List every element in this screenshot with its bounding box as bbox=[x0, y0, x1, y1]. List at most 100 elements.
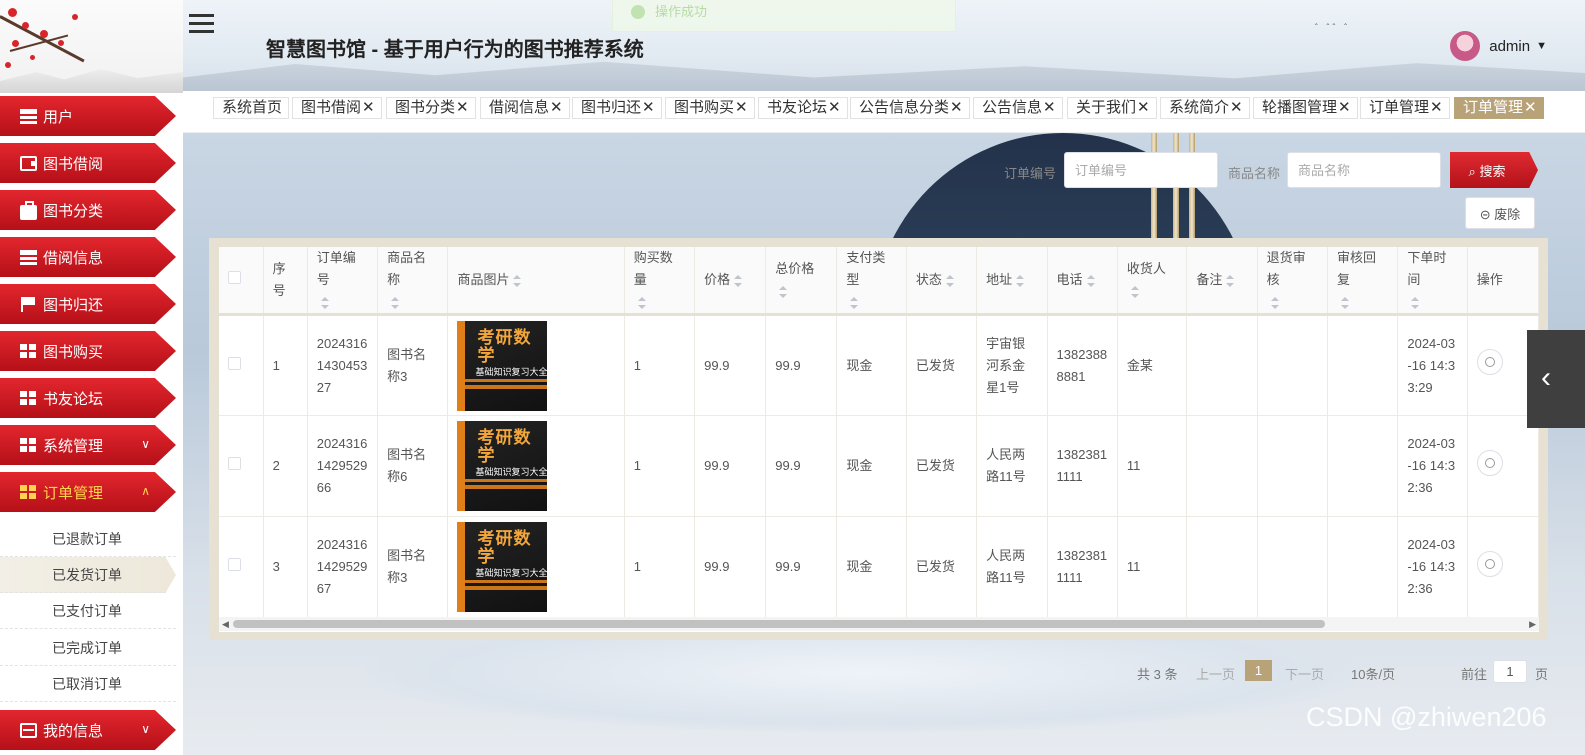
row-checkbox[interactable] bbox=[228, 356, 241, 370]
column-header[interactable]: 收货人 bbox=[1117, 247, 1188, 316]
chevron-left-icon[interactable]: ‹ bbox=[1527, 330, 1585, 428]
search-button[interactable]: ⌕ 搜索 bbox=[1450, 152, 1538, 188]
tab-book-borrow[interactable]: 图书借阅✕ bbox=[292, 97, 382, 119]
submenu-shipped-orders[interactable]: 已发货订单 bbox=[0, 557, 176, 593]
scroll-left-icon[interactable]: ◀ bbox=[222, 619, 229, 630]
sidebar-item-forum[interactable]: 书友论坛 bbox=[0, 378, 176, 418]
row-checkbox[interactable] bbox=[228, 558, 241, 571]
column-header[interactable]: 审核回复 bbox=[1327, 247, 1399, 316]
sort-icon[interactable] bbox=[1130, 285, 1139, 298]
column-header[interactable]: 购买数量 bbox=[624, 247, 696, 316]
sort-icon[interactable] bbox=[850, 296, 859, 309]
column-header[interactable]: 价格 bbox=[694, 247, 767, 316]
tab-home[interactable]: 系统首页 bbox=[213, 97, 290, 119]
close-icon[interactable]: ✕ bbox=[950, 99, 963, 116]
column-header[interactable]: 下单时间 bbox=[1397, 247, 1468, 316]
horizontal-scrollbar[interactable]: ◀ ▶ bbox=[219, 617, 1539, 631]
tab-carousel[interactable]: 轮播图管理✕ bbox=[1253, 97, 1358, 119]
close-icon[interactable]: ✕ bbox=[828, 99, 841, 116]
sort-icon[interactable] bbox=[320, 296, 329, 309]
sort-icon[interactable] bbox=[1341, 296, 1350, 309]
sidebar-item-book-borrow[interactable]: 图书借阅 bbox=[0, 143, 176, 183]
close-icon[interactable]: ✕ bbox=[1430, 99, 1443, 116]
pagination-page-1[interactable]: 1 bbox=[1245, 660, 1272, 681]
tab-forum[interactable]: 书友论坛✕ bbox=[758, 97, 848, 119]
sort-icon[interactable] bbox=[779, 285, 788, 298]
pagination-prev[interactable]: 上一页 bbox=[1196, 664, 1235, 683]
column-header[interactable]: 商品图片 bbox=[447, 247, 625, 316]
column-header[interactable]: 状态 bbox=[906, 247, 978, 316]
row-select-cell[interactable] bbox=[219, 415, 264, 517]
sort-icon[interactable] bbox=[1016, 274, 1025, 287]
column-header[interactable]: 地址 bbox=[976, 247, 1048, 316]
sidebar-item-system[interactable]: 系统管理 ∨ bbox=[0, 425, 176, 465]
column-header[interactable]: 支付类型 bbox=[836, 247, 907, 316]
pagination-goto-input[interactable] bbox=[1493, 660, 1527, 683]
menu-toggle-icon[interactable] bbox=[189, 14, 214, 34]
tab-orders[interactable]: 订单管理✕ bbox=[1360, 97, 1450, 119]
tab-book-return[interactable]: 图书归还✕ bbox=[572, 97, 662, 119]
row-select-cell[interactable] bbox=[219, 314, 264, 416]
tab-notice[interactable]: 公告信息✕ bbox=[973, 97, 1063, 119]
sort-icon[interactable] bbox=[1226, 274, 1235, 287]
view-detail-icon[interactable] bbox=[1476, 349, 1503, 375]
close-icon[interactable]: ✕ bbox=[362, 99, 375, 116]
scroll-right-icon[interactable]: ▶ bbox=[1529, 619, 1536, 630]
submenu-refunded-orders[interactable]: 已退款订单 bbox=[0, 521, 176, 557]
close-icon[interactable]: ✕ bbox=[550, 99, 563, 116]
close-icon[interactable]: ✕ bbox=[1524, 99, 1537, 116]
sidebar-item-orders[interactable]: 订单管理 ∧ bbox=[0, 472, 176, 512]
row-select-cell[interactable] bbox=[219, 516, 264, 618]
sort-icon[interactable] bbox=[513, 274, 522, 287]
sidebar-item-book-return[interactable]: 图书归还 bbox=[0, 284, 176, 324]
tab-system-intro[interactable]: 系统简介✕ bbox=[1160, 97, 1250, 119]
column-header[interactable]: 订单编号 bbox=[307, 247, 379, 316]
scrollbar-thumb[interactable] bbox=[233, 620, 1325, 628]
view-detail-icon[interactable] bbox=[1476, 449, 1503, 476]
column-header[interactable]: 商品名称 bbox=[377, 247, 449, 316]
sort-icon[interactable] bbox=[734, 274, 743, 287]
close-icon[interactable]: ✕ bbox=[456, 99, 469, 116]
select-all-cell[interactable] bbox=[219, 247, 264, 316]
select-all-checkbox[interactable] bbox=[228, 271, 241, 284]
pagination-next[interactable]: 下一页 bbox=[1285, 664, 1324, 683]
product-name-input[interactable] bbox=[1287, 152, 1441, 188]
close-icon[interactable]: ✕ bbox=[1137, 99, 1150, 116]
table-header-row: 序号 订单编号 商品名称 商品图片 购买数量 价格 总价格 支付类型 状态 地址… bbox=[219, 247, 1539, 316]
user-menu[interactable]: admin ▼ bbox=[1450, 31, 1547, 61]
tab-orders-active[interactable]: 订单管理✕ bbox=[1454, 97, 1544, 119]
sort-icon[interactable] bbox=[1086, 274, 1095, 287]
tab-notice-category[interactable]: 公告信息分类✕ bbox=[850, 97, 970, 119]
column-header[interactable]: 总价格 bbox=[765, 247, 838, 316]
sidebar-item-book-category[interactable]: 图书分类 bbox=[0, 190, 176, 230]
close-icon[interactable]: ✕ bbox=[1043, 99, 1056, 116]
sidebar-item-borrow-info[interactable]: 借阅信息 bbox=[0, 237, 176, 277]
column-header[interactable]: 退货审核 bbox=[1257, 247, 1329, 316]
column-header[interactable]: 电话 bbox=[1047, 247, 1118, 316]
close-icon[interactable]: ✕ bbox=[1338, 99, 1351, 116]
column-header[interactable]: 备注 bbox=[1186, 247, 1258, 316]
pagination-page-size[interactable]: 10条/页 bbox=[1351, 664, 1395, 683]
void-button[interactable]: ⊝ 废除 bbox=[1465, 197, 1535, 229]
close-icon[interactable]: ✕ bbox=[1230, 99, 1243, 116]
submenu-paid-orders[interactable]: 已支付订单 bbox=[0, 593, 176, 629]
sort-icon[interactable] bbox=[945, 274, 954, 287]
sort-icon[interactable] bbox=[637, 296, 646, 309]
order-no-input[interactable] bbox=[1064, 152, 1218, 188]
close-icon[interactable]: ✕ bbox=[735, 99, 748, 116]
row-checkbox[interactable] bbox=[228, 457, 241, 470]
close-icon[interactable]: ✕ bbox=[642, 99, 655, 116]
tab-book-purchase[interactable]: 图书购买✕ bbox=[665, 97, 755, 119]
view-detail-icon[interactable] bbox=[1476, 550, 1503, 577]
sort-icon[interactable] bbox=[1270, 296, 1279, 309]
sort-icon[interactable] bbox=[1411, 296, 1420, 309]
submenu-completed-orders[interactable]: 已完成订单 bbox=[0, 630, 176, 666]
sort-icon[interactable] bbox=[391, 296, 400, 309]
tab-borrow-info[interactable]: 借阅信息✕ bbox=[480, 97, 570, 119]
sidebar-item-my-info[interactable]: 我的信息 ∨ bbox=[0, 710, 176, 750]
submenu-cancelled-orders[interactable]: 已取消订单 bbox=[0, 666, 176, 702]
sidebar-item-users[interactable]: 用户 bbox=[0, 96, 176, 136]
tab-about[interactable]: 关于我们✕ bbox=[1067, 97, 1157, 119]
sidebar-item-book-purchase[interactable]: 图书购买 bbox=[0, 331, 176, 371]
tab-book-category[interactable]: 图书分类✕ bbox=[386, 97, 476, 119]
